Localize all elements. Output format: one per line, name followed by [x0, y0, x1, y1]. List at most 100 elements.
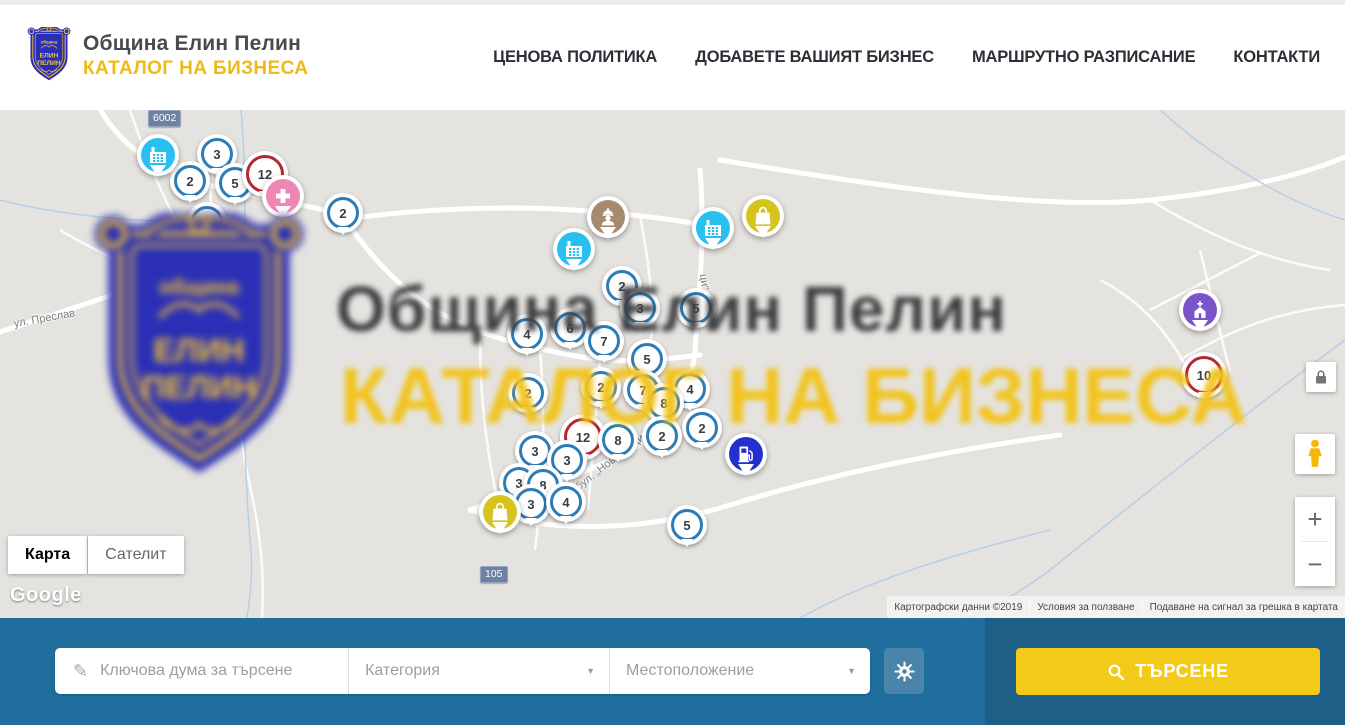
search-group: ✎ Категория ▼ Местоположение ▼ [55, 648, 870, 694]
cluster-count: 2 [524, 386, 531, 401]
cluster-count: 2 [339, 206, 346, 221]
nav-item-route-schedule[interactable]: МАРШРУТНО РАЗПИСАНИЕ [972, 48, 1195, 67]
zoom-out-button[interactable]: − [1295, 542, 1335, 586]
pencil-icon: ✎ [73, 661, 88, 682]
cluster-count: 2 [618, 279, 625, 294]
map-cluster-marker[interactable]: 2 [170, 161, 210, 201]
crest-text-pelin: ПЕЛИН [37, 60, 61, 67]
chevron-down-icon: ▼ [586, 666, 595, 676]
map-canvas[interactable]: 6002105ул. Преславбул. „Новоселцици“ 325… [0, 110, 1345, 618]
map-pin-marker-factory[interactable] [553, 228, 595, 270]
map-cluster-marker[interactable]: 4 [546, 482, 586, 522]
site-subtitle: КАТАЛОГ НА БИЗНЕСА [83, 58, 308, 80]
map-pin-marker-worker[interactable] [587, 196, 629, 238]
map-pin-marker-fuel[interactable] [725, 433, 767, 475]
map-cluster-marker[interactable]: 5 [676, 288, 716, 328]
church-icon [1183, 293, 1217, 327]
brand-text: Община Елин Пелин КАТАЛОГ НА БИЗНЕСА [83, 32, 308, 80]
map-cluster-marker[interactable]: 2 [187, 202, 227, 242]
bag-icon [483, 495, 517, 529]
zoom-control: + − [1295, 497, 1335, 586]
map-type-control: Карта Сателит [8, 536, 185, 574]
cluster-count: 5 [231, 176, 238, 191]
crest-text-top: община [41, 40, 58, 45]
cluster-count: 2 [658, 429, 665, 444]
map-cluster-marker[interactable]: 2 [581, 367, 621, 407]
cluster-count: 2 [186, 174, 193, 189]
map-cluster-marker[interactable]: 10 [1181, 352, 1227, 398]
nav-item-pricing-policy[interactable]: ЦЕНОВА ПОЛИТИКА [493, 48, 657, 67]
cluster-count: 6 [566, 321, 573, 336]
nav-item-add-your-business[interactable]: ДОБАВЕТЕ ВАШИЯТ БИЗНЕС [695, 48, 934, 67]
lock-button[interactable] [1306, 362, 1336, 392]
keyword-input[interactable] [98, 661, 348, 681]
map-cluster-marker[interactable]: 2 [682, 408, 722, 448]
cluster-count: 3 [531, 444, 538, 459]
nav-item-contacts[interactable]: КОНТАКТИ [1233, 48, 1320, 67]
map-cluster-marker[interactable]: 7 [584, 321, 624, 361]
map-cluster-marker[interactable]: 4 [507, 314, 547, 354]
terms-of-use-link[interactable]: Условия за ползване [1029, 602, 1141, 613]
cluster-count: 8 [660, 396, 667, 411]
location-select[interactable]: Местоположение ▼ [609, 648, 870, 694]
medical-icon [266, 179, 300, 213]
gear-icon [894, 661, 915, 682]
factory-icon [557, 232, 591, 266]
main-nav: ЦЕНОВА ПОЛИТИКА ДОБАВЕТЕ ВАШИЯТ БИЗНЕС М… [493, 5, 1320, 110]
search-button[interactable]: ТЪРСЕНЕ [1016, 648, 1320, 695]
report-map-error-link[interactable]: Подаване на сигнал за грешка в картата [1142, 602, 1345, 613]
map-pin-marker-church[interactable] [1179, 289, 1221, 331]
lock-icon [1314, 369, 1328, 385]
pegman-icon [1304, 439, 1326, 469]
map-cluster-marker[interactable]: 3 [620, 288, 660, 328]
map-pin-marker-medical[interactable] [262, 175, 304, 217]
chevron-down-icon: ▼ [847, 666, 856, 676]
cluster-count: 3 [527, 497, 534, 512]
category-select-label: Категория [365, 662, 586, 680]
cluster-count: 5 [683, 518, 690, 533]
page: община ЕЛИН ПЕЛИН Община Елин Пелин КАТА… [0, 0, 1345, 725]
attribution-copyright: Картографски данни ©2019 [887, 602, 1029, 613]
map-pin-marker-bag[interactable] [479, 491, 521, 533]
street-view-pegman-button[interactable] [1295, 434, 1335, 474]
fuel-icon [729, 437, 763, 471]
keyword-field[interactable]: ✎ [55, 648, 348, 694]
map-pin-marker-factory[interactable] [692, 207, 734, 249]
search-bar-right: ТЪРСЕНЕ [985, 618, 1345, 725]
google-logo[interactable]: Google [10, 584, 82, 607]
cluster-count: 5 [692, 301, 699, 316]
map-cluster-marker[interactable]: 2 [642, 416, 682, 456]
crest-text-elin: ЕЛИН [40, 52, 59, 59]
map-cluster-marker[interactable]: 5 [667, 505, 707, 545]
cluster-count: 3 [563, 453, 570, 468]
map-cluster-marker[interactable]: 8 [598, 420, 638, 460]
search-bar-left: ✎ Категория ▼ Местоположение ▼ [0, 618, 985, 725]
cluster-count: 3 [636, 301, 643, 316]
zoom-in-button[interactable]: + [1295, 497, 1335, 541]
factory-icon [141, 138, 175, 172]
advanced-settings-button[interactable] [884, 648, 924, 694]
cluster-count: 2 [203, 215, 210, 230]
site-title: Община Елин Пелин [83, 32, 308, 56]
map-cluster-marker[interactable]: 2 [323, 193, 363, 233]
map-type-map-button[interactable]: Карта [8, 536, 87, 574]
cluster-count: 5 [643, 352, 650, 367]
map-type-satellite-button[interactable]: Сателит [88, 536, 183, 574]
cluster-count: 4 [523, 327, 530, 342]
bag-icon [746, 199, 780, 233]
location-select-label: Местоположение [626, 662, 847, 680]
cluster-count: 7 [600, 334, 607, 349]
cluster-count: 2 [597, 380, 604, 395]
map-cluster-marker[interactable]: 2 [508, 373, 548, 413]
markers-layer: 325122223564752274821282333834510 [0, 110, 1345, 618]
category-select[interactable]: Категория ▼ [348, 648, 609, 694]
search-bar: ✎ Категория ▼ Местоположение ▼ [0, 618, 1345, 725]
road-number-label: 6002 [148, 110, 181, 127]
brand-logo-link[interactable]: община ЕЛИН ПЕЛИН Община Елин Пелин КАТА… [25, 27, 308, 85]
cluster-count: 3 [213, 147, 220, 162]
search-button-label: ТЪРСЕНЕ [1135, 661, 1229, 682]
map-pin-marker-factory[interactable] [137, 134, 179, 176]
map-pin-marker-bag[interactable] [742, 195, 784, 237]
cluster-count: 8 [614, 433, 621, 448]
map-attribution: Картографски данни ©2019 Условия за полз… [887, 596, 1345, 618]
